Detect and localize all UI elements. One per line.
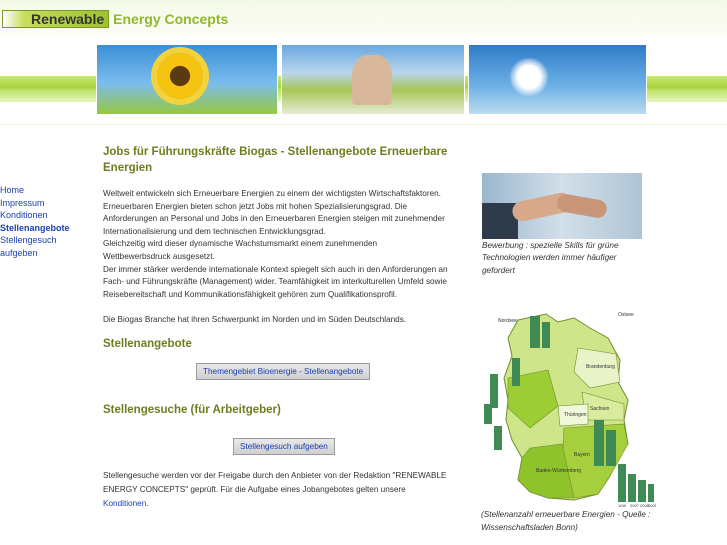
dandelion-icon: [509, 57, 549, 97]
site-logo[interactable]: Renewable Energy Concepts: [2, 10, 228, 28]
footer-note: Stellengesuche werden vor der Freigabe d…: [103, 469, 468, 511]
children-figure: [352, 55, 392, 105]
germany-jobs-map: Nordsee Ostsee Brandenburg Sachsen Thüri…: [484, 312, 656, 508]
map-caption: (Stellenanzahl erneuerbare Energien - Qu…: [481, 510, 651, 532]
footer-end: .: [146, 498, 149, 508]
map-label: Ostsee: [618, 312, 634, 318]
intro-line: Anforderungen an Personal und Jobs in de…: [103, 214, 445, 224]
map-year: 2007: [630, 503, 640, 508]
sidebar-item-stellenangebote[interactable]: Stellenangebote: [0, 222, 90, 235]
header-divider: [0, 124, 727, 125]
footer-line: Stellengesuche werden vor der Freigabe d…: [103, 470, 447, 480]
header-bar: Renewable Energy Concepts: [0, 0, 727, 36]
conditions-link[interactable]: Konditionen: [103, 499, 146, 508]
map-year: 1/08: [618, 503, 627, 508]
map-bar: [638, 480, 646, 502]
intro-paragraph: Weltweit entwickeln sich Erneuerbare Ene…: [103, 188, 468, 301]
sidebar-item-home[interactable]: Home: [0, 184, 90, 197]
map-bar: [648, 484, 654, 502]
biogas-note: Die Biogas Branche hat ihren Schwerpunkt…: [103, 315, 407, 325]
intro-line: Reisebereitschaft und Kommunikationsfähi…: [103, 289, 397, 299]
sunflower-icon: [157, 53, 203, 99]
intro-line: Der immer stärker werdende international…: [103, 264, 448, 274]
intro-line: Gleichzeitig wird dieser dynamische Wach…: [103, 239, 378, 249]
intro-line: Internationalisierung und dem technische…: [103, 226, 326, 236]
main-content: Jobs für Führungskräfte Biogas - Stellen…: [103, 144, 468, 511]
footer-line: ENERGY CONCEPTS" geprüft. Für die Aufgab…: [103, 484, 406, 494]
bioenergy-offers-button[interactable]: Themengebiet Bioenergie - Stellenangebot…: [196, 362, 371, 380]
map-bar: [542, 322, 550, 348]
children-meadow-image: [281, 44, 465, 115]
intro-line: Erneuerbaren Energien bieten schon jetzt…: [103, 201, 408, 211]
map-bar: [594, 420, 604, 466]
map-bar: [494, 426, 502, 450]
map-bar: [530, 316, 540, 348]
map-bar: [606, 430, 616, 466]
offers-heading: Stellenangebote: [103, 337, 192, 350]
handshake-caption: Bewerbung : spezielle Skills für grüne T…: [482, 241, 619, 275]
map-label: Thüringen: [564, 412, 587, 418]
sidebar-item-stellengesuch[interactable]: Stellengesuch aufgeben: [0, 234, 90, 259]
map-bar: [618, 464, 626, 502]
sidebar-nav: Home Impressum Konditionen Stellenangebo…: [0, 184, 90, 259]
map-label: Bayern: [574, 452, 590, 458]
map-bar: [512, 358, 520, 386]
map-label: Brandenburg: [586, 364, 615, 370]
logo-secondary: Energy Concepts: [113, 11, 229, 27]
map-bar: [484, 404, 492, 424]
intro-line: Weltweit entwickeln sich Erneuerbare Ene…: [103, 189, 441, 198]
intro-line: Wettbewerbsdruck ausgesetzt.: [103, 251, 215, 261]
map-label: Sachsen: [590, 406, 610, 412]
post-job-search-button[interactable]: Stellengesuch aufgeben: [233, 437, 335, 455]
map-bar: [490, 374, 498, 408]
search-heading: Stellengesuche (für Arbeitgeber): [103, 403, 281, 416]
page-title: Jobs für Führungskräfte Biogas - Stellen…: [103, 146, 448, 174]
map-year: 2009: [648, 503, 656, 508]
map-bar: [628, 474, 636, 502]
map-label: Baden-Württemberg: [536, 468, 581, 474]
handshake-image: [482, 173, 642, 239]
intro-line: Fach- und Führungskräfte (Management) wi…: [103, 277, 447, 287]
map-label: Nordsee: [498, 318, 517, 324]
logo-primary: Renewable: [2, 10, 110, 28]
sidebar-item-konditionen[interactable]: Konditionen: [0, 209, 90, 222]
sidebar-item-impressum[interactable]: Impressum: [0, 197, 90, 210]
hand-right: [555, 192, 609, 220]
sunflower-image: [96, 44, 278, 115]
dandelion-image: [468, 44, 647, 115]
